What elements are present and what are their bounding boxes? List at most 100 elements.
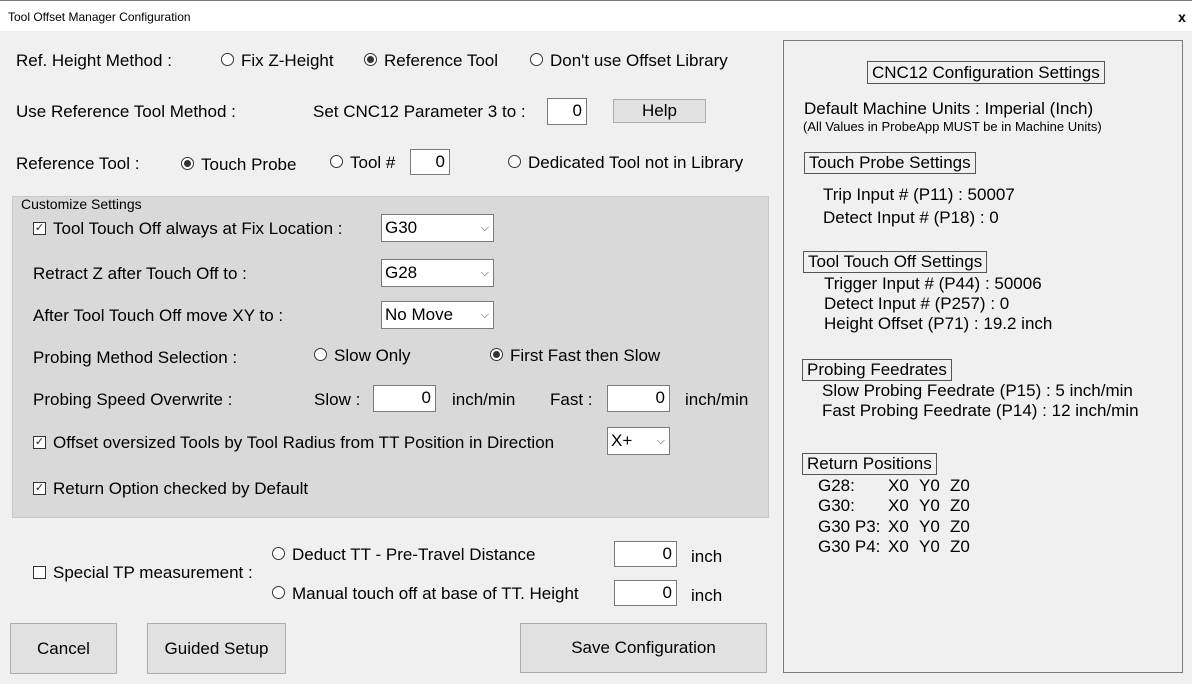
fast-probing-feedrate: Fast Probing Feedrate (P14) : 12 inch/mi… [822,401,1139,420]
tool-number-label: Tool # [350,153,396,172]
position-name: G30 P4: [818,537,881,556]
fix-location-value: G30 [385,218,418,237]
radio-tool-number[interactable] [330,155,343,168]
position-name: G30 P3: [818,517,881,536]
return-position-row: G30 P4: X0 Y0 Z0 [818,537,970,557]
position-name: G28: [818,476,855,495]
return-option-label: Return Option checked by Default [53,479,309,498]
manual-touch-off-input[interactable]: 0 [614,580,677,606]
radio-no-offset-library[interactable] [530,53,543,66]
oversized-label: Offset oversized Tools by Tool Radius fr… [53,433,555,452]
touch-probe-label: Touch Probe [201,155,297,174]
param-3-label: Set CNC12 Parameter 3 to : [313,102,526,121]
return-option-checkbox[interactable]: ✓ [33,482,46,495]
fix-location-select[interactable]: G30 ⌵ [381,214,494,242]
chevron-down-icon: ⌵ [480,309,489,321]
no-offset-library-label: Don't use Offset Library [550,51,728,70]
cnc12-title: CNC12 Configuration Settings [867,61,1105,84]
title-bar: Tool Offset Manager Configuration x [0,0,1192,31]
trigger-input: Trigger Input # (P44) : 50006 [824,274,1042,293]
radio-deduct-pretravel[interactable] [272,547,285,560]
position-y: Y0 [919,496,940,515]
retract-select[interactable]: G28 ⌵ [381,259,494,287]
oversized-checkbox[interactable]: ✓ [33,436,46,449]
tool-number-input[interactable]: 0 [410,149,450,175]
position-x: X0 [888,476,909,495]
radio-fix-z-height[interactable] [221,53,234,66]
dedicated-tool-label: Dedicated Tool not in Library [528,153,744,172]
return-position-row: G30 P3: X0 Y0 Z0 [818,517,970,537]
manual-touch-off-label: Manual touch off at base of TT. Height [292,584,579,603]
fix-location-label: Tool Touch Off always at Fix Location : [53,219,343,238]
trip-input: Trip Input # (P11) : 50007 [823,185,1015,204]
height-offset: Height Offset (P71) : 19.2 inch [824,314,1053,333]
ref-tool-method-label: Use Reference Tool Method : [16,102,236,121]
position-z: Z0 [950,476,970,495]
speed-overwrite-label: Probing Speed Overwrite : [33,390,233,409]
position-z: Z0 [950,517,970,536]
slow-only-label: Slow Only [334,346,411,365]
probing-method-label: Probing Method Selection : [33,348,238,367]
check-icon: ✓ [34,436,45,448]
direction-value: X+ [611,431,633,450]
fast-speed-label: Fast : [550,390,593,409]
return-positions-title: Return Positions [802,453,937,475]
close-icon[interactable]: x [1172,7,1192,27]
chevron-down-icon: ⌵ [480,222,489,234]
after-move-value: No Move [385,305,454,324]
after-move-select[interactable]: No Move ⌵ [381,301,494,329]
param-3-input[interactable]: 0 [547,98,587,125]
machine-units: Default Machine Units : Imperial (Inch) [804,99,1094,118]
special-tp-label: Special TP measurement : [53,563,253,582]
detect-input-tt: Detect Input # (P257) : 0 [824,294,1010,313]
position-x: X0 [888,537,909,556]
fast-speed-unit: inch/min [685,390,749,409]
radio-touch-probe[interactable] [181,157,194,170]
radio-fast-then-slow[interactable] [490,348,503,361]
deduct-pretravel-input[interactable]: 0 [614,541,677,567]
save-configuration-button[interactable]: Save Configuration [520,623,767,673]
deduct-pretravel-label: Deduct TT - Pre-Travel Distance [292,545,536,564]
return-position-row: G30: X0 Y0 Z0 [818,496,970,516]
chevron-down-icon: ⌵ [656,435,665,447]
slow-speed-input[interactable]: 0 [373,385,436,412]
deduct-unit: inch [691,547,723,566]
position-x: X0 [888,517,909,536]
position-z: Z0 [950,537,970,556]
retract-value: G28 [385,263,418,282]
after-move-label: After Tool Touch Off move XY to : [33,306,284,325]
retract-label: Retract Z after Touch Off to : [33,264,247,283]
position-y: Y0 [919,476,940,495]
detect-input-tp: Detect Input # (P18) : 0 [823,208,999,227]
radio-dedicated-tool[interactable] [508,155,521,168]
position-z: Z0 [950,496,970,515]
guided-setup-button[interactable]: Guided Setup [147,623,286,674]
chevron-down-icon: ⌵ [480,267,489,279]
fast-speed-input[interactable]: 0 [607,385,670,412]
radio-reference-tool[interactable] [364,53,377,66]
return-position-row: G28: X0 Y0 Z0 [818,476,970,496]
probing-feedrates-title: Probing Feedrates [802,359,952,381]
radio-slow-only[interactable] [314,348,327,361]
slow-probing-feedrate: Slow Probing Feedrate (P15) : 5 inch/min [822,381,1133,400]
slow-speed-label: Slow : [314,390,361,409]
ref-height-label: Ref. Height Method : [16,51,172,70]
direction-select[interactable]: X+ ⌵ [607,427,670,455]
fix-location-checkbox[interactable]: ✓ [33,222,46,235]
reference-tool-row-label: Reference Tool : [16,154,140,173]
special-tp-checkbox[interactable] [33,566,46,579]
position-y: Y0 [919,517,940,536]
help-button[interactable]: Help [613,99,706,123]
slow-speed-unit: inch/min [452,390,516,409]
cancel-button[interactable]: Cancel [10,623,117,674]
position-name: G30: [818,496,855,515]
radio-manual-touch-off[interactable] [272,586,285,599]
cnc12-settings-panel [783,40,1183,673]
machine-units-note: (All Values in ProbeApp MUST be in Machi… [803,119,1102,134]
position-y: Y0 [919,537,940,556]
fast-then-slow-label: First Fast then Slow [510,346,661,365]
customize-settings-title: Customize Settings [21,196,142,212]
position-x: X0 [888,496,909,515]
check-icon: ✓ [34,482,45,494]
window-title: Tool Offset Manager Configuration [8,10,191,24]
